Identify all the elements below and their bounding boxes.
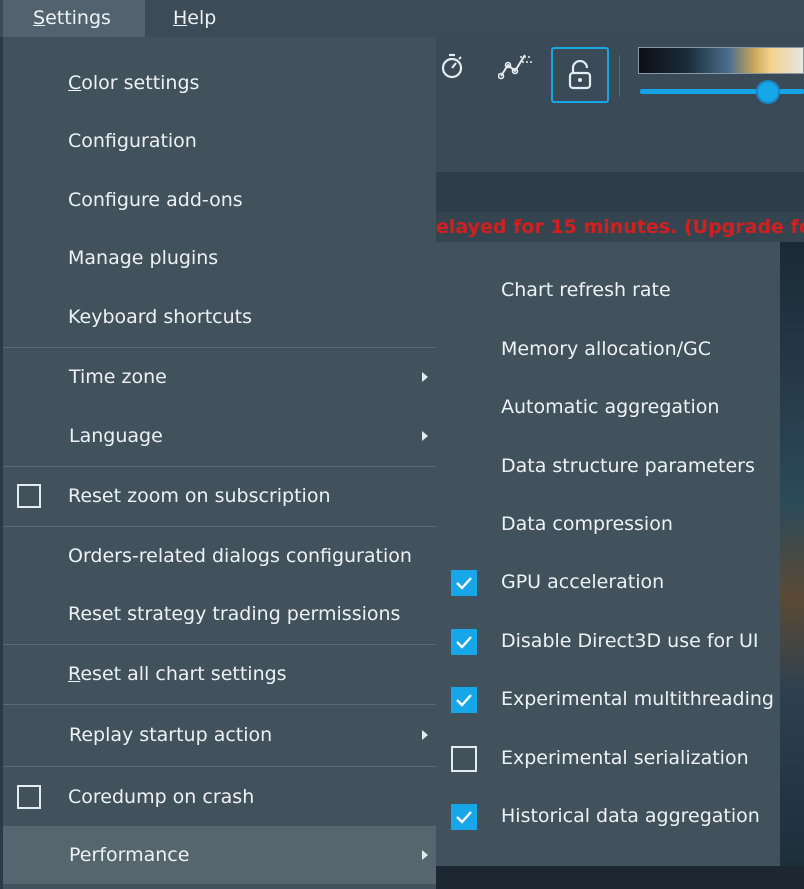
menu-bar: Settings Help (0, 0, 804, 37)
performance-submenu: Chart refresh rate Memory allocation/GC … (436, 242, 780, 866)
menu-separator (3, 766, 436, 767)
menu-item-label: Reset zoom on subscription (68, 485, 331, 507)
checkbox-unchecked[interactable] (17, 785, 41, 809)
menu-item-color-settings[interactable]: Color settings (3, 54, 436, 112)
chart-bottom-strip (436, 866, 804, 889)
submenu-item-experimental-serialization[interactable]: Experimental serialization (436, 729, 780, 787)
menu-item-manage-plugins[interactable]: Manage plugins (3, 229, 436, 287)
menu-item-label: Time zone (69, 366, 167, 388)
color-gradient-bar (638, 47, 804, 74)
menu-item-label: Orders-related dialogs configuration (68, 545, 412, 567)
submenu-item-experimental-multithreading[interactable]: Experimental multithreading (436, 670, 780, 728)
checkbox-unchecked[interactable] (451, 746, 477, 772)
settings-mnemonic: S (33, 7, 46, 29)
menu-item-label: Keyboard shortcuts (68, 306, 253, 328)
checkbox-checked[interactable] (451, 570, 477, 596)
menu-item-coredump-on-crash[interactable]: Coredump on crash (3, 768, 436, 826)
submenu-item-memory-allocation[interactable]: Memory allocation/GC (436, 320, 780, 378)
checkmark-icon (456, 811, 472, 824)
checkmark-icon (456, 577, 472, 590)
menu-settings-rest: ettings (45, 7, 111, 29)
menu-item-reset-strategy-permissions[interactable]: Reset strategy trading permissions (3, 585, 436, 643)
menu-item-performance[interactable]: Performance (3, 826, 436, 884)
color-settings-rest: olor settings (81, 72, 200, 94)
checkbox-checked[interactable] (451, 687, 477, 713)
submenu-arrow-icon (422, 850, 428, 860)
menu-item-reset-zoom-on-subscription[interactable]: Reset zoom on subscription (3, 467, 436, 525)
checkmark-icon (456, 636, 472, 649)
checkmark-icon (456, 694, 472, 707)
submenu-item-label: Memory allocation/GC (501, 338, 712, 360)
mnemonic-letter: R (68, 663, 81, 685)
mnemonic-letter: C (68, 72, 82, 94)
submenu-item-gpu-acceleration[interactable]: GPU acceleration (436, 553, 780, 611)
checkbox-checked[interactable] (451, 804, 477, 830)
chart-line-icon[interactable] (498, 48, 534, 84)
toolbar-lower-band (436, 172, 804, 212)
menu-item-label: Language (69, 425, 163, 447)
submenu-item-automatic-aggregation[interactable]: Automatic aggregation (436, 378, 780, 436)
checkbox-checked[interactable] (451, 629, 477, 655)
submenu-item-label: Experimental serialization (501, 747, 749, 769)
menu-item-keyboard-shortcuts[interactable]: Keyboard shortcuts (3, 288, 436, 346)
submenu-item-data-compression[interactable]: Data compression (436, 495, 780, 553)
menu-help[interactable]: Help (143, 0, 246, 37)
submenu-arrow-icon (422, 431, 428, 441)
submenu-arrow-icon (422, 372, 428, 382)
checkbox-unchecked[interactable] (17, 484, 41, 508)
menu-item-label: Replay startup action (69, 724, 273, 746)
menu-item-configuration[interactable]: Configuration (3, 112, 436, 170)
submenu-item-historical-data-aggregation[interactable]: Historical data aggregation (436, 787, 780, 845)
menu-item-label: Reset strategy trading permissions (68, 603, 401, 625)
menu-item-language[interactable]: Language (3, 407, 436, 465)
menu-separator (3, 704, 436, 705)
delayed-data-notice: elayed for 15 minutes. (Upgrade for (436, 212, 804, 242)
menu-item-label: Manage plugins (68, 247, 219, 269)
settings-dropdown: Color settings Configuration Configure a… (3, 37, 436, 889)
submenu-item-label: Historical data aggregation (501, 805, 760, 827)
menu-item-label: Coredump on crash (68, 786, 255, 808)
menu-item-label: Performance (69, 844, 190, 866)
submenu-item-chart-refresh-rate[interactable]: Chart refresh rate (436, 261, 780, 319)
submenu-item-label: Disable Direct3D use for UI (501, 630, 759, 652)
submenu-item-label: Experimental multithreading (501, 688, 774, 710)
submenu-item-label: GPU acceleration (501, 571, 665, 593)
menu-item-reset-all-chart-settings[interactable]: Reset all chart settings (3, 645, 436, 703)
menu-item-label: Reset all chart settings (68, 645, 287, 703)
submenu-item-label: Data compression (501, 513, 673, 535)
menu-item-label: Configuration (68, 130, 197, 152)
menu-item-time-zone[interactable]: Time zone (3, 348, 436, 406)
menu-help-rest: elp (187, 7, 217, 29)
unlock-icon[interactable] (551, 47, 609, 103)
toolbar-divider (619, 55, 620, 97)
menu-settings[interactable]: Settings (3, 0, 145, 37)
submenu-item-disable-direct3d[interactable]: Disable Direct3D use for UI (436, 612, 780, 670)
menu-item-label: Configure add-ons (68, 189, 243, 211)
reset-chart-rest: eset all chart settings (80, 663, 287, 685)
help-mnemonic: H (173, 7, 188, 29)
menu-item-configure-add-ons[interactable]: Configure add-ons (3, 171, 436, 229)
menu-item-label: Color settings (68, 54, 199, 112)
submenu-item-label: Data structure parameters (501, 455, 755, 477)
submenu-item-data-structure-parameters[interactable]: Data structure parameters (436, 437, 780, 495)
submenu-item-label: Automatic aggregation (501, 396, 720, 418)
stopwatch-icon[interactable] (434, 48, 470, 84)
submenu-item-label: Chart refresh rate (501, 279, 671, 301)
menu-item-orders-dialogs-configuration[interactable]: Orders-related dialogs configuration (3, 527, 436, 585)
submenu-arrow-icon (422, 730, 428, 740)
menu-item-replay-startup-action[interactable]: Replay startup action (3, 706, 436, 764)
intensity-slider-handle[interactable] (756, 80, 780, 104)
heatmap-chart-area (780, 242, 804, 889)
